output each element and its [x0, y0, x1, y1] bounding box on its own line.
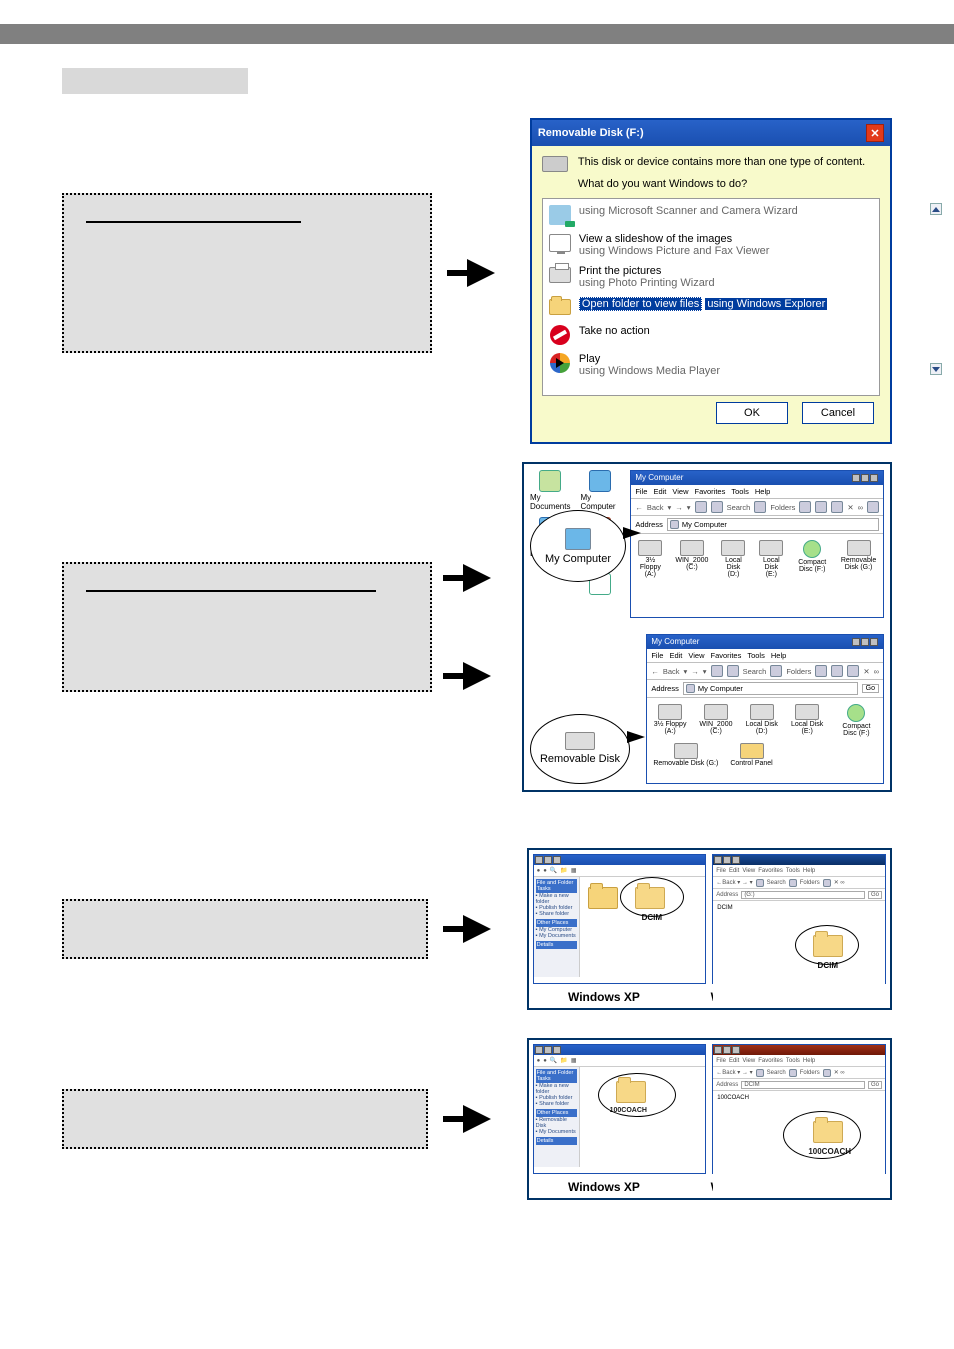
instruction-box-3 [62, 899, 428, 959]
folders-icon[interactable] [754, 501, 766, 513]
callout-my-computer: My Computer [530, 510, 626, 582]
xp-task-pane[interactable]: File and Folder Tasks ▪ Make a new folde… [534, 877, 580, 977]
window-controls-icon[interactable] [534, 1045, 706, 1055]
desktop-icon-my-computer[interactable]: My Computer [580, 470, 620, 511]
instruction-underline-2 [86, 590, 376, 592]
window-menu[interactable]: File Edit View Favorites Tools Help [631, 485, 883, 499]
window-controls-icon[interactable] [713, 1045, 885, 1055]
drive-removable[interactable]: Removable Disk (G:) [840, 540, 877, 578]
autoplay-item-open-folder[interactable]: Open folder to view files using Windows … [545, 293, 877, 321]
window-controls-icon[interactable] [851, 637, 879, 647]
autoplay-item-take-no-action[interactable]: Take no action [545, 321, 877, 349]
drive-c[interactable]: WIN_2000 (C:) [699, 704, 733, 737]
explorer-100coach-panel: ●●🔍📁▦ File and Folder Tasks ▪ Make a new… [527, 1038, 892, 1200]
callout-dcim [795, 925, 859, 965]
xp-task-pane[interactable]: File and Folder Tasks ▪ Make a new folde… [534, 1067, 580, 1167]
views-icon[interactable] [867, 501, 879, 513]
play-icon [550, 353, 570, 373]
autoplay-item-scanner[interactable]: using Microsoft Scanner and Camera Wizar… [545, 201, 877, 229]
caption-windows-xp: Windows XP [568, 1180, 640, 1194]
dialog-titlebar: Removable Disk (F:) ✕ [532, 120, 890, 146]
desktop-icon-my-documents[interactable]: My Documents [530, 470, 570, 511]
move-icon[interactable] [815, 501, 827, 513]
instruction-box-2 [62, 562, 432, 692]
explorer-2000-window: FileEditViewFavoritesToolsHelp ←Back ▾ →… [712, 854, 886, 984]
no-action-icon [550, 325, 570, 345]
autoplay-item-play[interactable]: Play using Windows Media Player [545, 349, 877, 381]
removable-disk-dialog: Removable Disk (F:) ✕ This disk or devic… [530, 118, 892, 444]
page-top-gray-bar [0, 24, 954, 44]
my-computer-window-bottom: My Computer File Edit View Favorites Too… [646, 634, 884, 784]
up-icon[interactable] [695, 501, 707, 513]
copy-icon[interactable] [831, 501, 843, 513]
explorer-2000-window: FileEditViewFavoritesToolsHelp ←Back ▾ →… [712, 1044, 886, 1174]
callout-100coach [598, 1073, 676, 1117]
drive-d[interactable]: Local Disk (D:) [720, 540, 746, 578]
removable-disk-icon [565, 732, 595, 750]
dialog-message: This disk or device contains more than o… [578, 156, 880, 168]
drive-icons-row: 3½ Floppy (A:) WIN_2000 (C:) Local Disk … [631, 534, 883, 584]
explorer-xp-window: ●●🔍📁▦ File and Folder Tasks ▪ Make a new… [533, 1044, 707, 1174]
caption-windows-xp: Windows XP [568, 990, 640, 1004]
drive-e[interactable]: Local Disk (E:) [758, 540, 784, 578]
folder-icon [549, 299, 571, 315]
autoplay-item-slideshow[interactable]: View a slideshow of the images using Win… [545, 229, 877, 261]
window-controls-icon[interactable] [534, 855, 706, 865]
dialog-title-text: Removable Disk (F:) [538, 127, 644, 139]
window-menu[interactable]: FileEditViewFavoritesToolsHelp [713, 865, 885, 877]
callout-dcim [620, 877, 684, 917]
header-placeholder-rect [62, 68, 248, 94]
ok-button[interactable]: OK [716, 402, 788, 424]
arrow-right-icon [467, 259, 495, 287]
control-panel[interactable]: Control Panel [730, 743, 772, 767]
window-toolbar[interactable]: ←Back▾→▾ Search Folders ✕∞ [647, 663, 883, 680]
drive-cd[interactable]: Compact Disc (F:) [796, 540, 828, 578]
autoplay-item-print[interactable]: Print the pictures using Photo Printing … [545, 261, 877, 293]
close-icon[interactable]: ✕ [866, 124, 884, 142]
instruction-underline-1 [86, 221, 301, 223]
drive-removable[interactable]: Removable Disk (G:) [653, 743, 718, 767]
callout-100coach [783, 1111, 861, 1159]
address-bar[interactable]: My Computer [667, 518, 879, 531]
drive-cd[interactable]: Compact Disc (F:) [836, 704, 877, 737]
my-computer-window-top: My Computer File Edit View Favorites Too… [630, 470, 884, 618]
arrow-right-icon [463, 915, 491, 943]
computer-icon [589, 470, 611, 492]
scanner-icon [549, 205, 571, 225]
window-toolbar[interactable]: ←Back▾→▾ Search Folders ✕∞ [631, 499, 883, 516]
folder-icon[interactable] [588, 887, 618, 909]
arrow-right-icon [463, 1105, 491, 1133]
monitor-icon [549, 234, 571, 252]
search-icon[interactable] [711, 501, 723, 513]
autoplay-action-list[interactable]: using Microsoft Scanner and Camera Wizar… [542, 198, 880, 396]
computer-icon [565, 528, 591, 550]
cancel-button[interactable]: Cancel [802, 402, 874, 424]
instruction-box-1 [62, 193, 432, 353]
drive-floppy[interactable]: 3½ Floppy (A:) [637, 540, 663, 578]
explorer-dcim-panel: ●●🔍📁▦ File and Folder Tasks ▪ Make a new… [527, 848, 892, 1010]
printer-icon [549, 267, 571, 283]
drive-c[interactable]: WIN_2000 (C:) [675, 540, 708, 578]
window-menu[interactable]: File Edit View Favorites Tools Help [647, 649, 883, 663]
drive-floppy[interactable]: 3½ Floppy (A:) [653, 704, 687, 737]
arrow-right-icon [463, 662, 491, 690]
arrow-right-icon [463, 564, 491, 592]
explorer-xp-window: ●●🔍📁▦ File and Folder Tasks ▪ Make a new… [533, 854, 707, 984]
address-bar[interactable]: My Computer [683, 682, 858, 695]
my-computer-panel: My Documents Internet Explorer My Comput… [522, 462, 892, 792]
drive-e[interactable]: Local Disk (E:) [791, 704, 824, 737]
dialog-prompt: What do you want Windows to do? [578, 178, 880, 190]
window-menu[interactable]: FileEditViewFavoritesToolsHelp [713, 1055, 885, 1067]
instruction-box-4 [62, 1089, 428, 1149]
window-controls-icon[interactable] [713, 855, 885, 865]
drive-icon [542, 156, 568, 172]
history-icon[interactable] [799, 501, 811, 513]
callout-removable-disk: Removable Disk [530, 714, 630, 784]
drive-d[interactable]: Local Disk (D:) [745, 704, 779, 737]
window-controls-icon[interactable] [851, 473, 879, 483]
